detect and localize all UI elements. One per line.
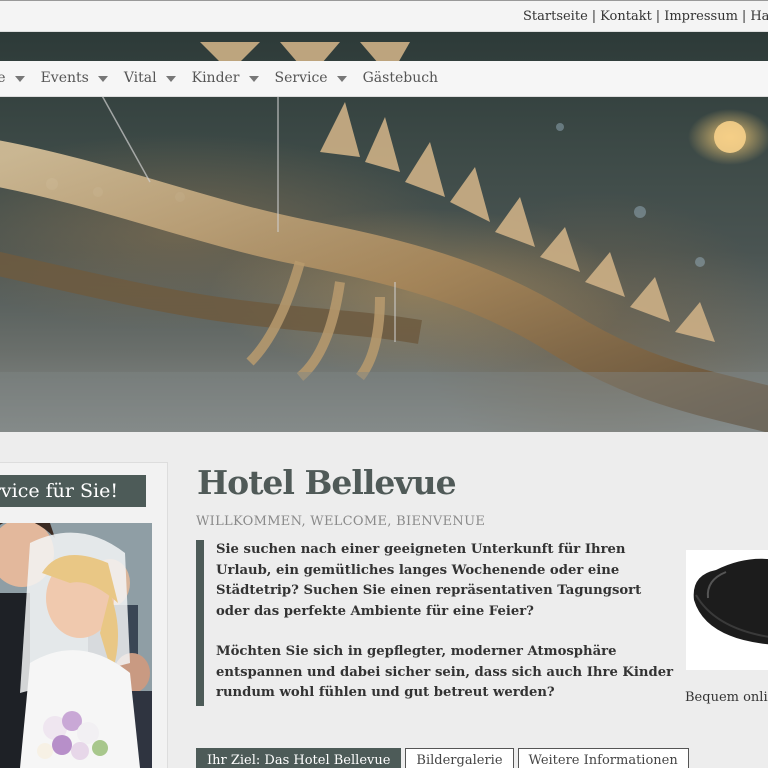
nav-item-events[interactable]: Events (41, 70, 108, 86)
separator: | (741, 9, 747, 24)
sidebar-title-text: Service für Sie! (0, 480, 118, 502)
nav-item-label: me (0, 70, 6, 86)
wedding-couple-illustration (0, 523, 152, 768)
link-haftung[interactable]: Haftu (750, 9, 768, 24)
chevron-down-icon (14, 76, 25, 82)
separator: | (591, 9, 597, 24)
tab-weitere-informationen[interactable]: Weitere Informationen (517, 748, 689, 768)
sidebar-title[interactable]: Service für Sie! (0, 475, 146, 507)
content-tabs: Ihr Ziel: Das Hotel Bellevue Bildergaler… (196, 748, 693, 768)
page-title: Hotel Bellevue (197, 463, 457, 502)
tab-bildergalerie[interactable]: Bildergalerie (405, 748, 514, 768)
teaser-caption[interactable]: Bequem onlin (685, 690, 768, 705)
computer-mouse-illustration (686, 550, 768, 670)
nav-item-kinder[interactable]: Kinder (192, 70, 259, 86)
link-startseite[interactable]: Startseite (523, 9, 588, 24)
nav-item-vital[interactable]: Vital (124, 70, 176, 86)
main-navigation: me Events Vital Kinder Service Gästebuch (0, 61, 768, 97)
chevron-down-icon (97, 76, 108, 82)
intro-paragraph-2: Möchten Sie sich in gepflegter, moderner… (216, 644, 674, 700)
nav-item-home[interactable]: me (0, 70, 25, 86)
chevron-down-icon (165, 76, 176, 82)
link-kontakt[interactable]: Kontakt (600, 9, 652, 24)
chevron-down-icon (336, 76, 347, 82)
link-impressum[interactable]: Impressum (664, 9, 738, 24)
top-utility-bar: Startseite|Kontakt|Impressum|Haftu (0, 0, 768, 32)
nav-item-label: Vital (123, 70, 157, 86)
nav-item-label: Kinder (191, 70, 240, 86)
wedding-photo[interactable] (0, 523, 152, 768)
chevron-down-icon (248, 76, 259, 82)
nav-item-label: Service (274, 70, 328, 86)
intro-text-block: Sie suchen nach einer geeigneten Unterku… (196, 540, 676, 706)
teaser-mouse-image[interactable] (686, 550, 768, 670)
tab-hotel-bellevue[interactable]: Ihr Ziel: Das Hotel Bellevue (196, 748, 402, 768)
intro-paragraph-1: Sie suchen nach einer geeigneten Unterku… (216, 542, 642, 619)
nav-item-label: Events (40, 70, 89, 86)
nav-item-label: Gästebuch (362, 70, 439, 86)
page-subtitle: WILLKOMMEN, WELCOME, BIENVENUE (196, 514, 486, 529)
utility-links: Startseite|Kontakt|Impressum|Haftu (523, 9, 768, 24)
nav-item-service[interactable]: Service (275, 70, 347, 86)
nav-item-gaestebuch[interactable]: Gästebuch (363, 70, 438, 86)
nav-items: me Events Vital Kinder Service Gästebuch (0, 70, 454, 86)
separator: | (655, 9, 661, 24)
